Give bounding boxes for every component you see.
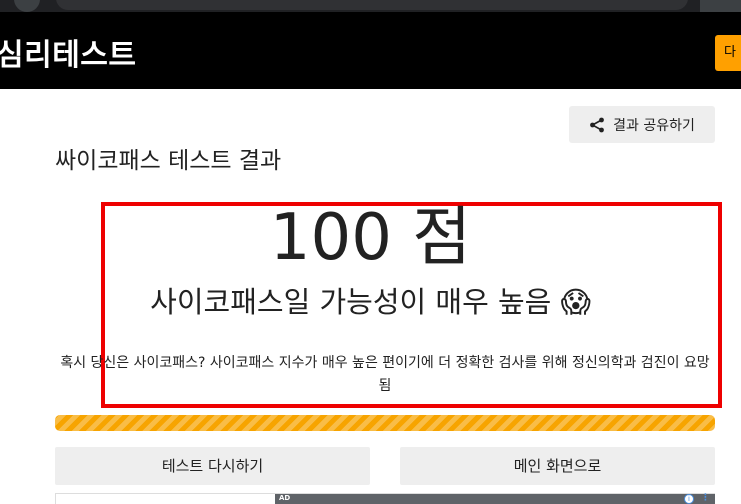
browser-tab-button[interactable] [14,0,40,12]
info-icon[interactable]: i [684,494,694,504]
site-title[interactable]: 심리테스트 [0,30,137,74]
main-screen-button[interactable]: 메인 화면으로 [400,447,715,485]
ad-banner[interactable] [275,494,715,504]
result-progress-bar [55,415,715,431]
header-cta-button[interactable]: 다 [715,35,741,71]
share-icon [590,117,605,132]
browser-chrome [0,0,741,12]
browser-extension-area [700,0,741,12]
browser-address-bar[interactable] [56,0,688,10]
page-title: 싸이코패스 테스트 결과 [55,148,282,174]
share-button-label: 결과 공유하기 [613,117,695,134]
site-header: 심리테스트 다 [0,12,741,89]
share-result-button[interactable]: 결과 공유하기 [569,106,715,143]
more-options-icon[interactable]: ⋮ [701,493,710,503]
result-description: 혹시 당신은 사이코패스? 사이코패스 지수가 매우 높은 편이기에 더 정확한… [60,355,710,394]
ad-label: AD [279,494,291,502]
result-verdict: 사이코패스일 가능성이 매우 높음 😱 [150,285,591,319]
result-score: 100 점 [269,201,472,275]
retry-test-button[interactable]: 테스트 다시하기 [55,447,370,485]
